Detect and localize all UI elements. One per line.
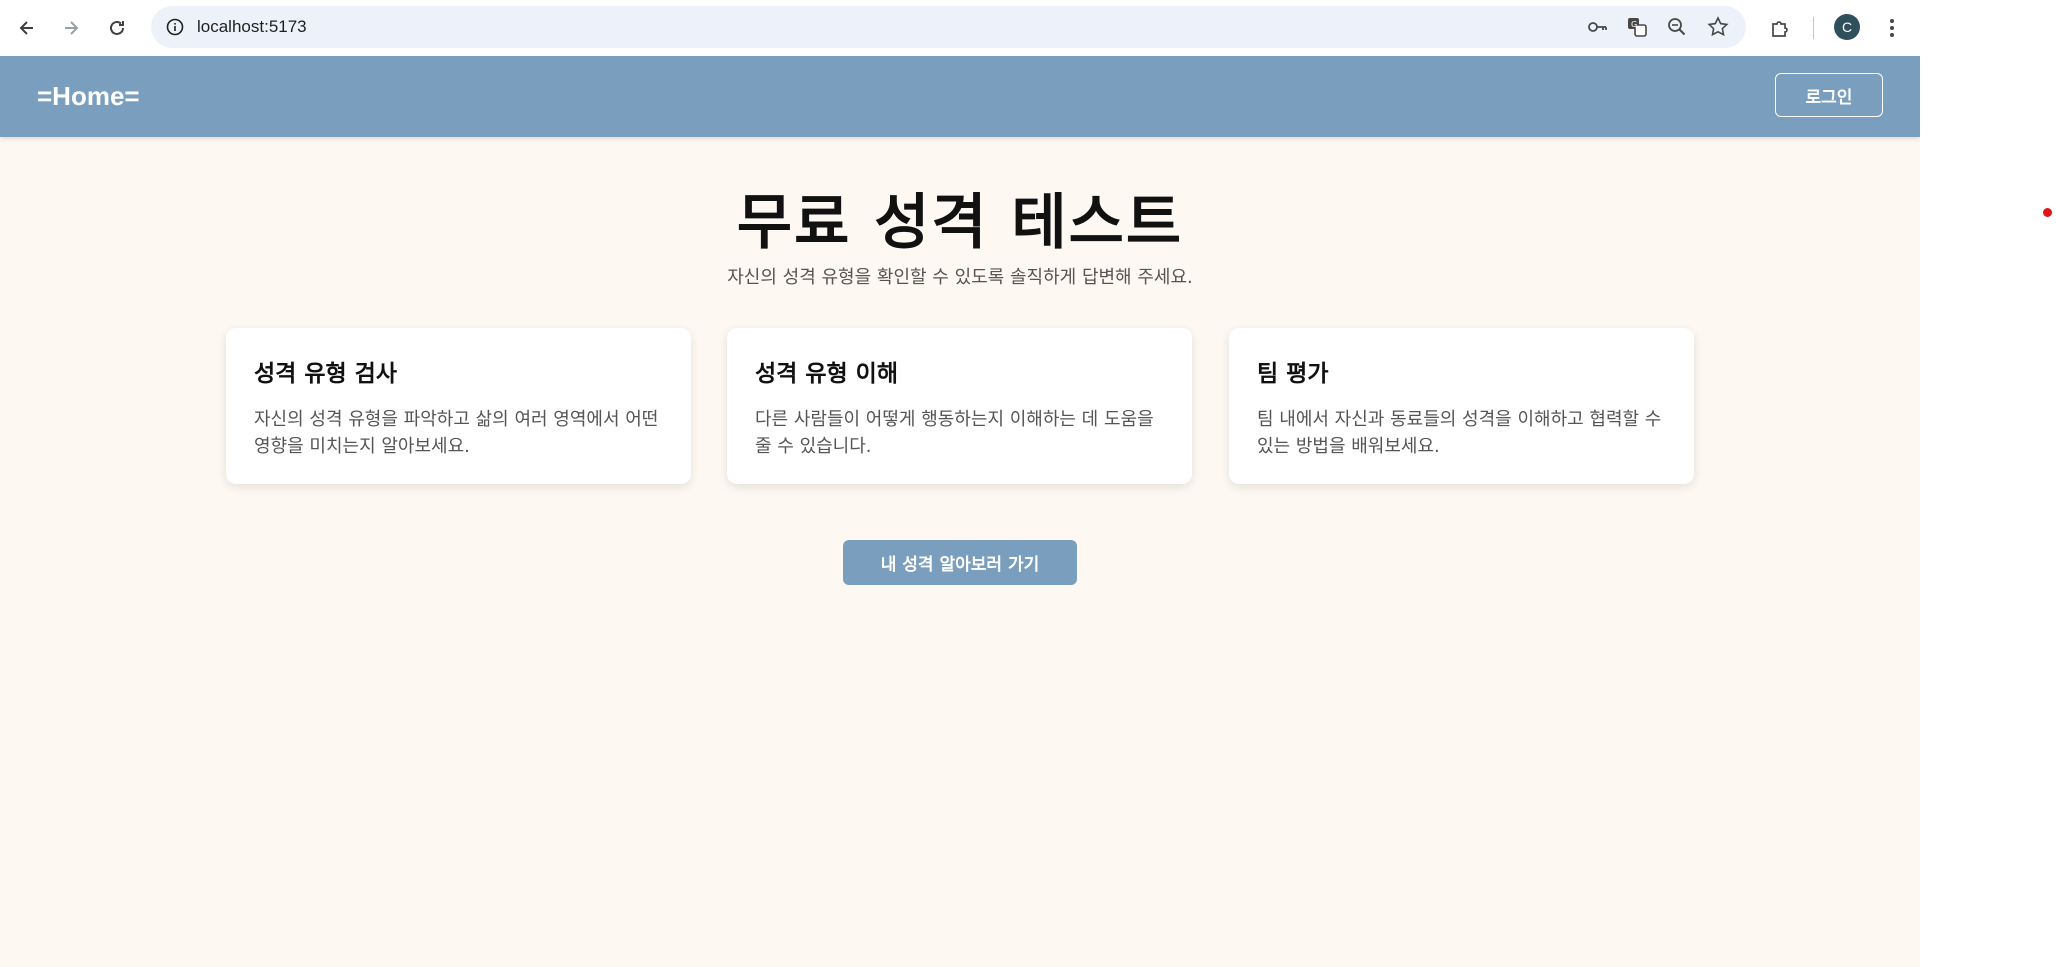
card-description: 자신의 성격 유형을 파악하고 삶의 여러 영역에서 어떤 영향을 미치는지 알… [254,409,659,457]
forward-arrow-icon[interactable] [55,12,87,44]
page-title: 무료 성격 테스트 [736,188,1184,258]
svg-text:G: G [1631,20,1637,29]
feature-card: 성격 유형 검사 자신의 성격 유형을 파악하고 삶의 여러 영역에서 어떤 영… [226,328,691,484]
page-viewport: =Home= 로그인 무료 성격 테스트 자신의 성격 유형을 확인할 수 있도… [0,56,1920,967]
page-subtitle: 자신의 성격 유형을 확인할 수 있도록 솔직하게 답변해 주세요. [727,267,1193,288]
reload-icon[interactable] [101,12,133,44]
site-header: =Home= 로그인 [0,56,1920,137]
brand-home-link[interactable]: =Home= [37,81,140,112]
zoom-icon[interactable] [1665,15,1689,39]
translate-icon[interactable]: G [1625,15,1649,39]
card-title: 팀 평가 [1257,361,1329,387]
puzzle-icon[interactable] [1764,12,1796,44]
key-icon[interactable] [1585,15,1609,39]
start-test-button[interactable]: 내 성격 알아보러 가기 [843,540,1077,585]
card-title: 성격 유형 검사 [254,361,397,387]
toolbar-divider [1813,17,1814,39]
back-arrow-icon[interactable] [11,12,43,44]
kebab-menu-icon[interactable] [1876,12,1908,44]
card-description: 팀 내에서 자신과 동료들의 성격을 이해하고 협력할 수 있는 방법을 배워보… [1257,409,1662,457]
info-icon[interactable] [161,13,189,41]
login-button[interactable]: 로그인 [1775,73,1883,117]
card-description: 다른 사람들이 어떻게 행동하는지 이해하는 데 도움을 줄 수 있습니다. [755,409,1154,457]
profile-avatar[interactable]: C [1834,14,1860,40]
feature-card: 팀 평가 팀 내에서 자신과 동료들의 성격을 이해하고 협력할 수 있는 방법… [1229,328,1694,484]
card-title: 성격 유형 이해 [755,361,898,387]
red-dot-indicator [2043,208,2052,217]
browser-toolbar: localhost:5173 G C [0,0,1920,56]
feature-card: 성격 유형 이해 다른 사람들이 어떻게 행동하는지 이해하는 데 도움을 줄 … [727,328,1192,484]
address-bar[interactable]: localhost:5173 G [151,6,1746,48]
star-icon[interactable] [1706,15,1730,39]
url-text[interactable]: localhost:5173 [197,17,307,37]
